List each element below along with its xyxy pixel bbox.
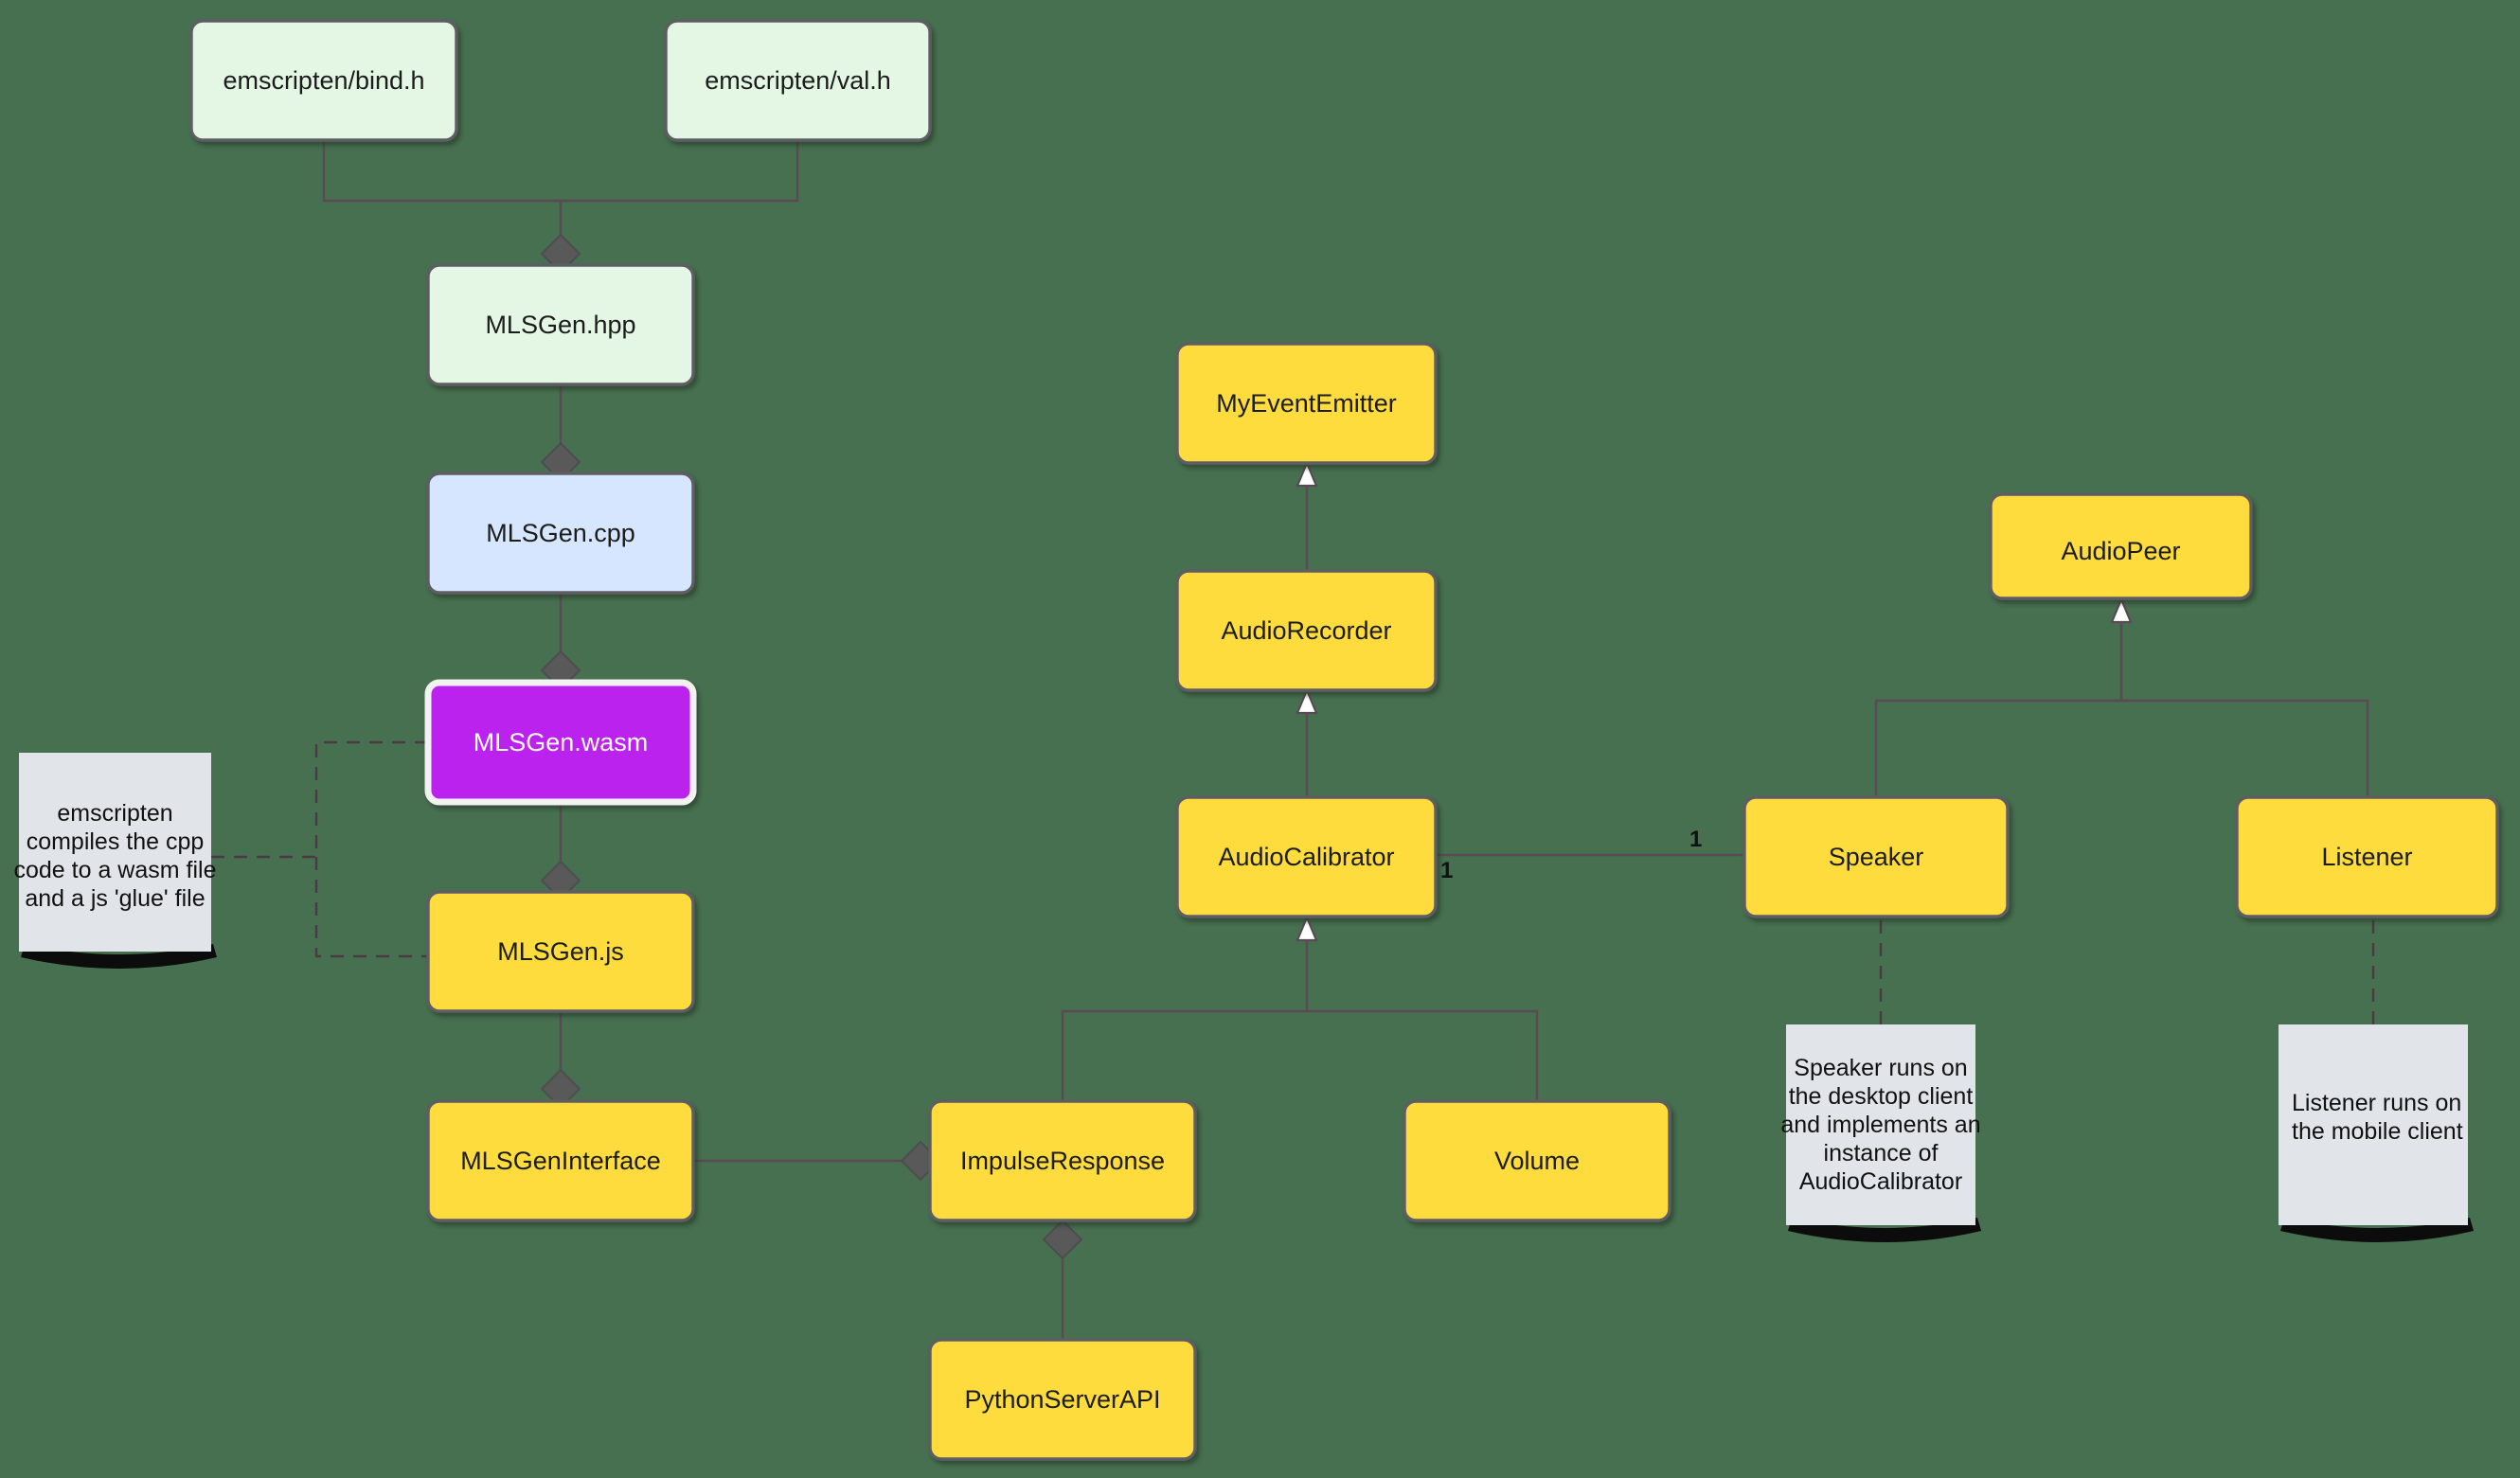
labels-layer: 1 1 (1440, 827, 1702, 883)
diagram-canvas: emscripten compiles the cpp code to a wa… (0, 0, 2520, 1478)
multiplicity-calibrator: 1 (1440, 858, 1453, 883)
multiplicity-speaker: 1 (1689, 827, 1702, 852)
